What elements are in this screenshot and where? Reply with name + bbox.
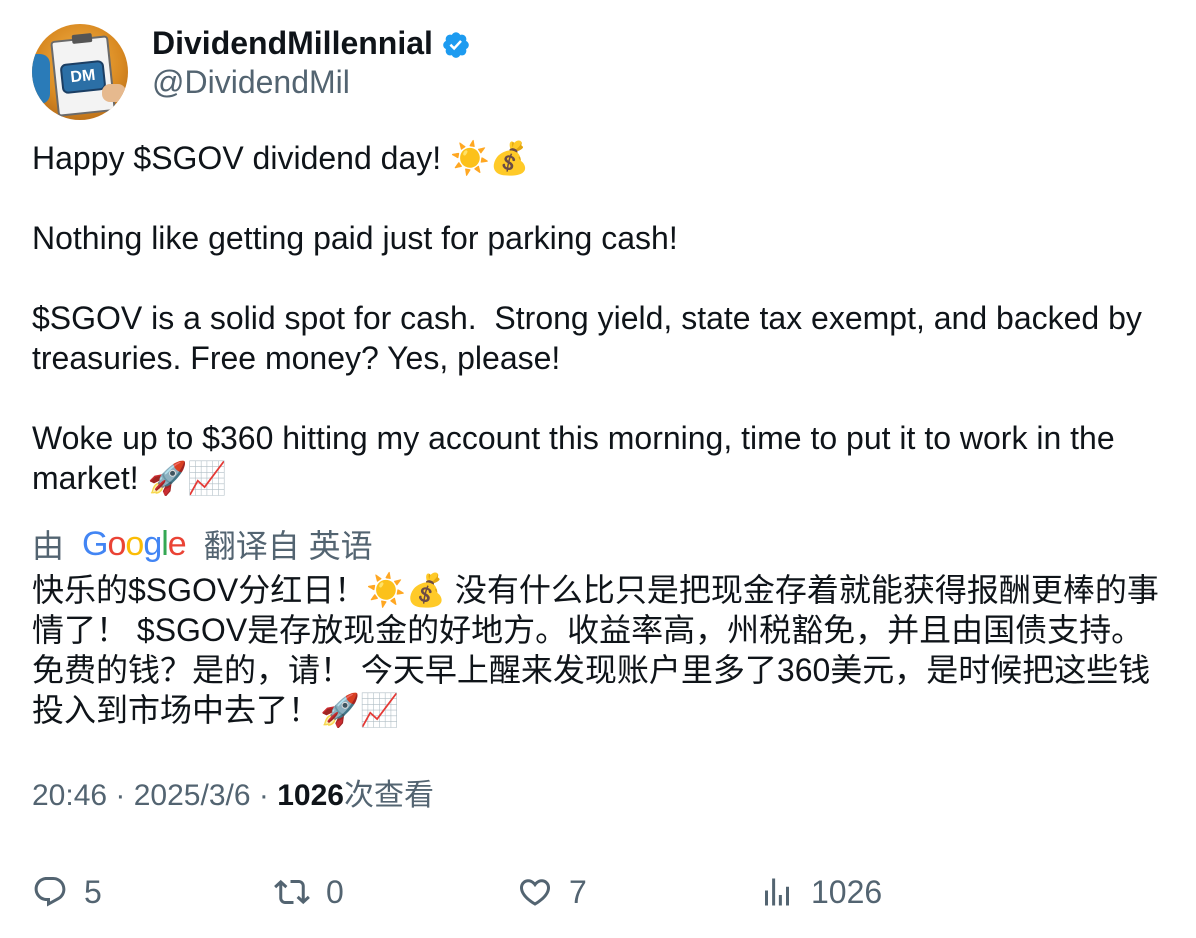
tweet: DM DividendMillennial @DividendMil Happy… xyxy=(32,24,1172,816)
display-name[interactable]: DividendMillennial xyxy=(152,25,433,61)
action-bar: 5 0 7 1026 xyxy=(32,870,1172,914)
author-handle[interactable]: @DividendMil xyxy=(152,62,471,102)
translation-prefix: 由 xyxy=(32,528,65,564)
avatar-decoration xyxy=(32,54,50,104)
translation-suffix[interactable]: 翻译自 英语 xyxy=(204,521,373,567)
translation-attribution: 由 Google 翻译自 英语 xyxy=(32,522,1172,566)
avatar[interactable]: DM xyxy=(32,24,128,120)
reply-button[interactable]: 5 xyxy=(32,870,102,914)
meta-separator: · xyxy=(250,779,278,812)
meta-separator: · xyxy=(107,779,134,812)
tweet-time[interactable]: 20:46 xyxy=(32,779,107,812)
translated-text: 快乐的$SGOV分红日！☀️💰 没有什么比只是把现金存着就能获得报酬更棒的事 情… xyxy=(32,572,1159,728)
author-names: DividendMillennial @DividendMil xyxy=(152,24,471,102)
retweet-icon xyxy=(274,879,310,905)
avatar-hand xyxy=(102,84,126,102)
views-label[interactable]: 次查看 xyxy=(344,779,434,812)
views-action-count: 1026 xyxy=(811,873,883,910)
google-logo-letter: o xyxy=(107,524,126,563)
retweet-count: 0 xyxy=(326,873,344,910)
reply-icon xyxy=(34,877,66,907)
tweet-date[interactable]: 2025/3/6 xyxy=(134,779,251,812)
views-count[interactable]: 1026 xyxy=(277,779,344,812)
google-logo-letter: o xyxy=(125,524,144,563)
display-name-row: DividendMillennial xyxy=(152,24,471,62)
tweet-meta: 20:46 · 2025/3/6 · 1026次查看 xyxy=(32,776,1172,816)
heart-icon xyxy=(519,879,551,906)
retweet-button[interactable]: 0 xyxy=(274,870,344,914)
google-logo: Google xyxy=(82,524,187,564)
verified-badge-icon xyxy=(443,32,469,58)
reply-count: 5 xyxy=(84,873,102,910)
google-logo-letter: g xyxy=(143,524,162,563)
google-logo-letter: e xyxy=(167,524,187,563)
like-count: 7 xyxy=(569,873,587,910)
google-logo-letter: G xyxy=(82,524,108,563)
tweet-text: Happy $SGOV dividend day! ☀️💰 Nothing li… xyxy=(32,140,1142,496)
views-button[interactable]: 1026 xyxy=(759,870,882,914)
views-chart-icon xyxy=(765,878,789,906)
like-button[interactable]: 7 xyxy=(517,870,587,914)
avatar-logo: DM xyxy=(59,59,107,95)
tweet-header: DM DividendMillennial @DividendMil xyxy=(32,24,1172,120)
